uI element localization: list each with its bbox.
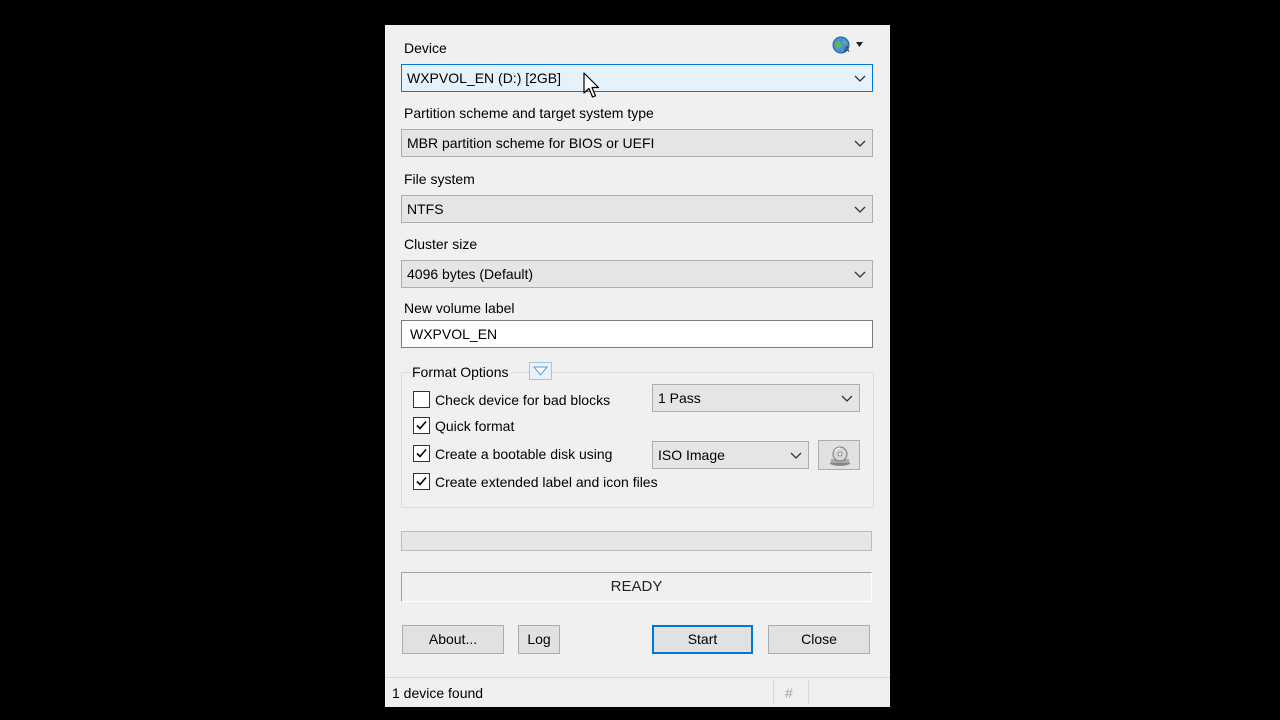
status-ready-panel: READY [401, 572, 872, 602]
checkmark-icon [416, 476, 427, 486]
bad-blocks-label: Check device for bad blocks [435, 392, 611, 408]
language-button[interactable]: A [831, 35, 865, 55]
chevron-down-icon [854, 140, 866, 147]
partition-scheme-value: MBR partition scheme for BIOS or UEFI [407, 135, 655, 151]
partition-scheme-dropdown[interactable]: MBR partition scheme for BIOS or UEFI [401, 129, 873, 157]
progress-bar [401, 531, 872, 551]
status-bar-divider [773, 680, 774, 704]
cluster-size-value: 4096 bytes (Default) [407, 266, 534, 282]
svg-text:A: A [844, 45, 850, 54]
partition-label: Partition scheme and target system type [404, 105, 654, 121]
device-label: Device [404, 40, 447, 56]
chevron-down-icon [790, 452, 802, 459]
cluster-size-dropdown[interactable]: 4096 bytes (Default) [401, 260, 873, 288]
boot-source-value: ISO Image [658, 447, 725, 463]
mouse-cursor-icon [583, 72, 600, 98]
status-bar-divider [808, 680, 809, 704]
bad-blocks-checkbox[interactable] [413, 391, 430, 408]
format-options-header: Format Options [409, 361, 512, 383]
triangle-down-icon [532, 366, 549, 376]
chevron-down-icon [854, 75, 866, 82]
disc-drive-icon [830, 446, 850, 466]
log-button[interactable]: Log [518, 625, 560, 654]
status-bar: 1 device found # [385, 677, 890, 707]
volume-label-field[interactable] [401, 320, 873, 348]
about-button[interactable]: About... [402, 625, 504, 654]
filesystem-value: NTFS [407, 201, 444, 217]
start-button[interactable]: Start [652, 625, 753, 654]
globe-language-icon: A [832, 36, 863, 54]
device-dropdown[interactable]: WXPVOL_EN (D:) [2GB] [401, 64, 873, 92]
chevron-down-icon [841, 395, 853, 402]
hash-button[interactable]: # [785, 684, 793, 702]
filesystem-label: File system [404, 171, 475, 187]
boot-source-dropdown[interactable]: ISO Image [652, 441, 809, 469]
quick-format-checkbox[interactable] [413, 417, 430, 434]
bootable-disk-label: Create a bootable disk using [435, 446, 613, 462]
volume-label-input[interactable] [402, 321, 872, 347]
rufus-window: Device A WXPVOL_EN (D:) [2GB] Partition … [385, 25, 890, 707]
chevron-down-icon [854, 271, 866, 278]
checkmark-icon [416, 420, 427, 430]
chevron-down-icon [854, 206, 866, 213]
volume-label-label: New volume label [404, 300, 515, 316]
filesystem-dropdown[interactable]: NTFS [401, 195, 873, 223]
cluster-size-label: Cluster size [404, 236, 478, 252]
quick-format-label: Quick format [435, 418, 515, 434]
select-image-button[interactable] [818, 440, 860, 470]
device-count-text: 1 device found [392, 685, 484, 701]
device-dropdown-value: WXPVOL_EN (D:) [2GB] [407, 70, 562, 86]
bad-blocks-passes-dropdown[interactable]: 1 Pass [652, 384, 860, 412]
format-options-toggle[interactable] [529, 362, 552, 380]
extended-label-label: Create extended label and icon files [435, 474, 658, 490]
close-button[interactable]: Close [768, 625, 870, 654]
checkmark-icon [416, 448, 427, 458]
bootable-disk-checkbox[interactable] [413, 445, 430, 462]
extended-label-checkbox[interactable] [413, 473, 430, 490]
bad-blocks-passes-value: 1 Pass [658, 390, 701, 406]
format-options-title: Format Options [412, 364, 509, 380]
